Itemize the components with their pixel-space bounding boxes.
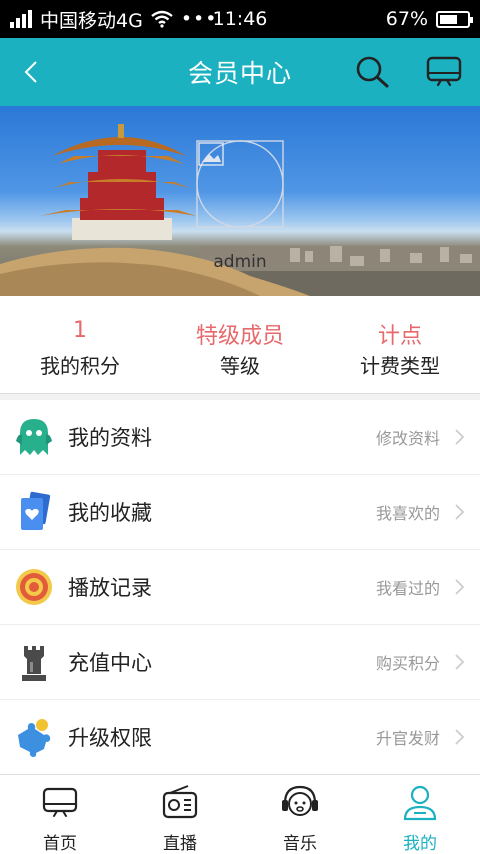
user-icon [403,785,437,821]
menu-item-hint: 购买积分 [375,654,440,673]
menu-item-hint: 升官发财 [375,729,440,748]
profile-banner: admin [0,106,480,296]
menu-item-upgrade[interactable]: 升级权限 升官发财 [0,700,480,775]
chevron-right-icon [455,729,465,745]
tv-icon [42,787,78,817]
wifi-icon [151,10,173,28]
puzzle-icon [18,719,51,757]
clock: 11:46 [212,8,268,30]
search-icon[interactable] [352,52,392,92]
stat-value: 计点 [377,324,422,349]
menu-item-history[interactable]: 播放记录 我看过的 [0,550,480,625]
menu-item-hint: 我喜欢的 [375,504,440,523]
page-title: 会员中心 [187,59,292,88]
menu-item-hint: 修改资料 [375,429,440,448]
username: admin [213,252,267,272]
menu-item-recharge[interactable]: 充值中心 购买积分 [0,625,480,700]
title-bar: 会员中心 [0,38,480,106]
stat-points[interactable]: 1 我的积分 [0,296,160,393]
status-bar: 中国移动4G ••• 11:46 67% [0,0,480,38]
radio-icon [162,785,198,819]
tab-label: 首页 [43,834,77,854]
tab-music[interactable]: 音乐 [240,775,360,854]
avatar[interactable] [196,140,284,228]
tab-mine[interactable]: 我的 [360,775,480,854]
menu-list: 我的资料 修改资料 我的收藏 我喜欢的 播放记录 我看过的 充值中心 购买积分 [0,400,480,775]
tv-icon[interactable] [424,54,464,92]
target-icon [16,569,52,605]
chevron-right-icon [455,429,465,445]
tab-home[interactable]: 首页 [0,775,120,854]
menu-item-profile[interactable]: 我的资料 修改资料 [0,400,480,475]
more-dots-icon: ••• [180,8,218,30]
menu-item-label: 我的资料 [68,426,152,450]
stat-label: 我的积分 [40,354,120,378]
stat-label: 等级 [220,354,260,378]
menu-item-label: 播放记录 [68,576,152,600]
ghost-icon [16,419,52,455]
heart-card-icon [21,491,51,530]
status-left: 中国移动4G ••• [10,6,217,33]
tab-label: 我的 [403,834,437,854]
stat-value: 特级成员 [195,324,284,349]
tab-label: 音乐 [283,834,317,854]
signal-icon [10,10,32,28]
chevron-right-icon [455,504,465,520]
stat-level[interactable]: 特级成员 等级 [160,296,320,393]
rook-icon [22,646,46,681]
chevron-right-icon [455,654,465,670]
back-arrow-icon[interactable] [14,54,50,90]
menu-item-label: 充值中心 [68,651,152,675]
headphones-icon [282,785,318,816]
menu-item-favorites[interactable]: 我的收藏 我喜欢的 [0,475,480,550]
battery-icon [436,10,473,28]
carrier-label: 中国移动4G [40,9,143,32]
tab-live[interactable]: 直播 [120,775,240,854]
tab-label: 直播 [163,834,197,854]
battery-percent: 67% [385,8,428,30]
menu-item-label: 升级权限 [68,726,152,750]
chevron-right-icon [455,579,465,595]
stats-bar: 1 我的积分 特级成员 等级 计点 计费类型 [0,296,480,394]
menu-item-label: 我的收藏 [68,501,152,525]
stat-label: 计费类型 [360,354,440,378]
stat-billing-type[interactable]: 计点 计费类型 [320,296,480,393]
bottom-tab-bar: 首页 直播 音乐 我的 [0,774,480,854]
stat-value: 1 [73,318,87,343]
menu-item-hint: 我看过的 [375,579,440,598]
